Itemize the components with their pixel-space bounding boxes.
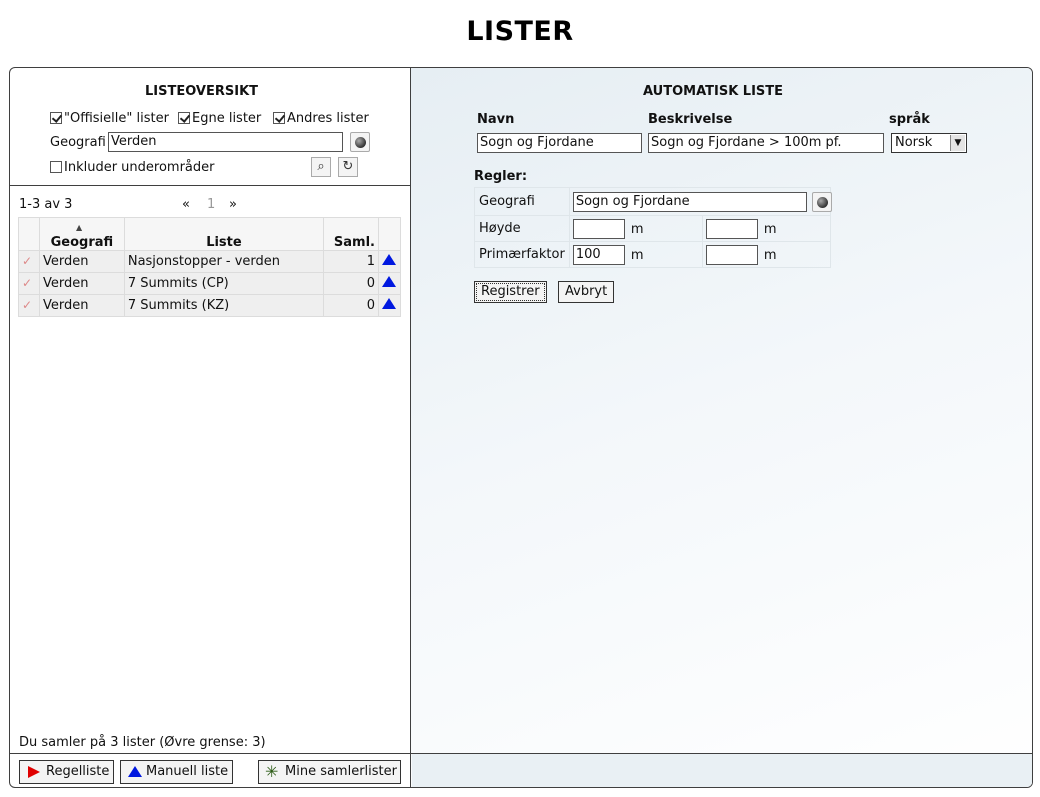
globe-icon[interactable] [350,132,370,152]
manual-list-button[interactable]: Manuell liste [120,760,233,784]
geo-label: Geografi [50,135,106,150]
description-label: Beskrivelse [648,112,733,127]
page-title: LISTER [466,16,574,47]
row-geo: Verden [38,272,125,295]
manual-list-icon[interactable] [377,250,402,273]
header-saml[interactable]: Saml. [323,217,379,251]
manual-list-label: Manuell liste [146,764,229,779]
filter-own[interactable]: Egne lister [178,111,261,126]
cancel-button[interactable]: Avbryt [558,281,615,303]
rule-geo-cell: Sogn og Fjordane [568,187,832,216]
rules-label: Regler: [474,169,528,184]
filter-others[interactable]: Andres lister [273,111,369,126]
manual-list-icon[interactable] [377,272,402,295]
own-label: Egne lister [192,111,262,126]
row-list[interactable]: 7 Summits (KZ) [123,294,325,317]
official-checkbox[interactable] [50,112,62,124]
geo-input[interactable]: Verden [108,132,343,152]
list-overview-title: LISTEOVERSIKT [145,84,259,99]
row-geo: Verden [38,250,125,273]
own-checkbox[interactable] [178,112,190,124]
row-count: 0 [323,272,379,295]
collect-status: Du samler på 3 lister (Øvre grense: 3) [19,735,266,750]
pager-prev[interactable]: « [182,197,190,212]
chevron-down-icon[interactable]: ▼ [950,135,965,151]
official-label: "Offisielle" lister [64,111,169,126]
rule-row-geo: Geografi Sogn og Fjordane [474,187,832,216]
register-button[interactable]: Registrer [474,281,547,303]
name-label: Navn [477,112,515,127]
rule-prominence-min-cell: 100 m [568,241,703,268]
search-icon[interactable]: ⌕ [311,157,331,177]
rule-list-label: Regelliste [46,764,110,779]
table-row[interactable]: ✓ Verden 7 Summits (CP) 0 [18,272,402,295]
sort-asc-icon: ▲ [75,223,83,232]
blue-triangle-icon [128,766,142,777]
header-action-col [377,217,402,251]
name-input[interactable]: Sogn og Fjordane [477,133,642,153]
unit-label: m [763,248,777,263]
unit-label: m [630,222,644,237]
include-subareas[interactable]: Inkluder underområder [50,160,215,175]
header-liste[interactable]: Liste [123,217,325,251]
my-collector-lists-label: Mine samlerlister [285,764,397,779]
rule-geo-input[interactable]: Sogn og Fjordane [572,192,807,212]
language-label: språk [889,112,930,127]
checkmark-icon: ✓ [18,294,40,317]
table-row[interactable]: ✓ Verden Nasjonstopper - verden 1 [18,250,402,273]
lists-table: ▲ Geografi Liste Saml. ✓ Verden Nasjonst… [18,217,402,317]
include-subareas-label: Inkluder underområder [64,160,215,175]
divider [10,185,411,186]
automatic-list-title: AUTOMATISK LISTE [643,84,784,99]
row-geo: Verden [38,294,125,317]
manual-list-icon[interactable] [377,294,402,317]
checkmark-icon: ✓ [18,272,40,295]
rule-row-height: Høyde m m [474,215,832,242]
table-row[interactable]: ✓ Verden 7 Summits (KZ) 0 [18,294,402,317]
row-list[interactable]: Nasjonstopper - verden [123,250,325,273]
rule-height-min-cell: m [568,215,703,242]
header-check-col [18,217,40,251]
others-label: Andres lister [287,111,369,126]
height-min-input[interactable] [572,219,625,239]
unit-label: m [630,248,644,263]
description-input[interactable]: Sogn og Fjordane > 100m pf. [648,133,884,153]
globe-icon[interactable] [811,192,832,212]
automatic-list-panel: AUTOMATISK LISTE Navn Beskrivelse språk … [411,68,1032,787]
language-select-value: Norsk [895,135,933,150]
bottom-bar-right [412,754,1032,787]
my-collector-lists-button[interactable]: ✳ Mine samlerlister [258,760,401,784]
checkmark-icon: ✓ [18,250,40,273]
list-overview-panel: LISTEOVERSIKT "Offisielle" lister Egne l… [10,68,411,787]
filter-official[interactable]: "Offisielle" lister [50,111,169,126]
rule-prominence-label: Primærfaktor [474,241,570,268]
rule-prominence-max-cell: m [701,241,832,268]
language-select[interactable]: Norsk ▼ [891,133,967,153]
rule-height-label: Høyde [474,215,570,242]
height-max-input[interactable] [705,219,758,239]
row-count: 1 [323,250,379,273]
header-geografi[interactable]: ▲ Geografi [38,217,125,251]
unit-label: m [763,222,777,237]
pager-range: 1-3 av 3 [19,197,73,212]
include-subareas-checkbox[interactable] [50,161,62,173]
rule-height-max-cell: m [701,215,832,242]
pager-next[interactable]: » [229,197,237,212]
rule-list-button[interactable]: Regelliste [19,760,114,784]
red-arrow-icon [28,766,40,778]
star-icon: ✳ [265,762,279,781]
prominence-max-input[interactable] [705,245,758,265]
rule-geo-label: Geografi [474,187,570,216]
header-geografi-label: Geografi [50,235,114,250]
main-panel: LISTEOVERSIKT "Offisielle" lister Egne l… [9,67,1033,788]
refresh-icon[interactable]: ↻ [338,157,358,177]
row-list[interactable]: 7 Summits (CP) [123,272,325,295]
rules-table: Geografi Sogn og Fjordane Høyde m m Prim… [474,187,832,268]
row-count: 0 [323,294,379,317]
table-header-row: ▲ Geografi Liste Saml. [18,217,402,251]
prominence-min-input[interactable]: 100 [572,245,625,265]
others-checkbox[interactable] [273,112,285,124]
pager-page[interactable]: 1 [207,197,215,212]
rule-row-prominence: Primærfaktor 100 m m [474,241,832,268]
